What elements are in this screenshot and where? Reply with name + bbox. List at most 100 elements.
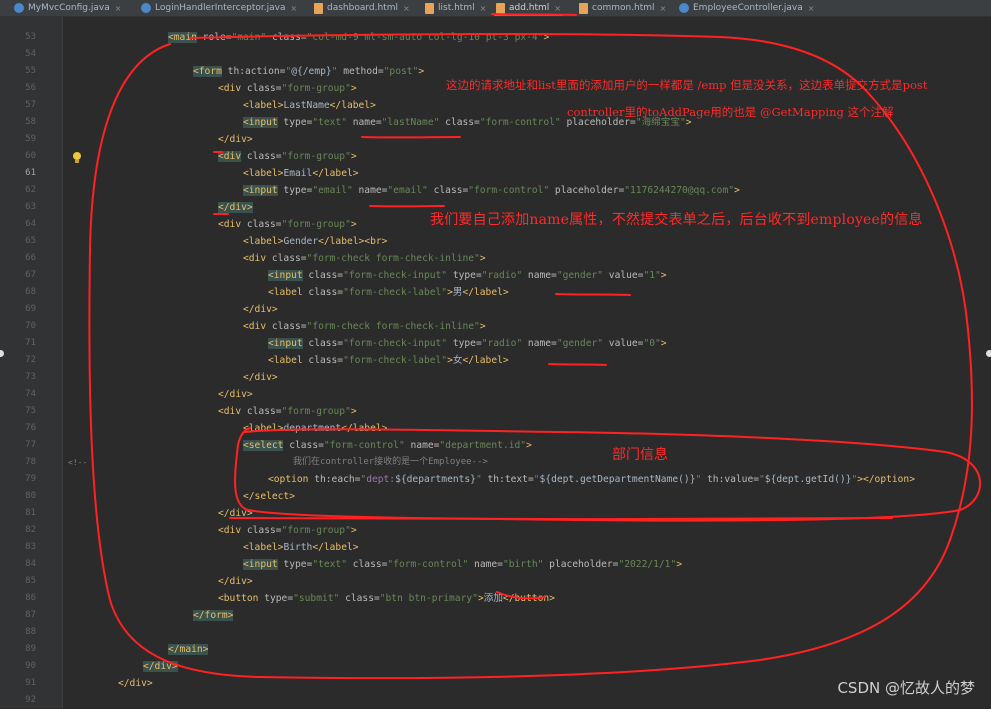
line-number: 74	[0, 386, 36, 403]
html-file-icon	[425, 3, 434, 14]
close-icon[interactable]: ×	[403, 4, 410, 13]
code-line-68: <input class="form-check-input" type="ra…	[268, 267, 667, 284]
line-number: 90	[0, 658, 36, 675]
line-number: 81	[0, 505, 36, 522]
java-class-icon	[14, 3, 24, 13]
line-number: 72	[0, 352, 36, 369]
line-number: 89	[0, 641, 36, 658]
line-number: 63	[0, 199, 36, 216]
code-line-78: <select class="form-control" name="depar…	[243, 437, 532, 454]
code-line-88: </form>	[193, 607, 233, 624]
code-line-87: <button type="submit" class="btn btn-pri…	[218, 590, 555, 607]
code-line-69: <label class="form-check-label">男</label…	[268, 284, 509, 301]
code-line-56: <form th:action="@{/emp}" method="post">	[193, 63, 424, 80]
code-line-62: <label>Email</label>	[243, 165, 359, 182]
close-icon[interactable]: ×	[660, 4, 667, 13]
line-number: 83	[0, 539, 36, 556]
line-number: 82	[0, 522, 36, 539]
line-number: 55	[0, 63, 36, 80]
code-line-76: <div class="form-group">	[218, 403, 357, 420]
code-line-79: 我们在controller接收的是一个Employee-->	[293, 454, 488, 471]
code-line-70: </div>	[243, 301, 278, 318]
editor-tab-bar: MyMvcConfig.java × LoginHandlerIntercept…	[0, 0, 991, 17]
line-number: 80	[0, 488, 36, 505]
code-line-60: </div>	[218, 131, 253, 148]
close-icon[interactable]: ×	[808, 4, 815, 13]
code-line-63: <input type="email" name="email" class="…	[243, 182, 740, 199]
line-number: 60	[0, 148, 36, 165]
code-line-74: </div>	[243, 369, 278, 386]
line-number: 56	[0, 80, 36, 97]
html-file-icon	[579, 3, 588, 14]
line-number: 68	[0, 284, 36, 301]
tab-label: LoginHandlerInterceptor.java	[155, 3, 285, 13]
line-number: 58	[0, 114, 36, 131]
line-number: 59	[0, 131, 36, 148]
tab-add[interactable]: add.html ×	[496, 0, 561, 16]
code-line-85: <input type="text" class="form-control" …	[243, 556, 682, 573]
line-number: 71	[0, 335, 36, 352]
html-file-icon	[314, 3, 323, 14]
line-number: 75	[0, 403, 36, 420]
code-line-81: </select>	[243, 488, 295, 505]
annotation-note-1: 这边的请求地址和list里面的添加用户的一样都是 /emp 但是没关系，这边表单…	[446, 77, 927, 93]
window-edge-handle-right	[986, 350, 991, 357]
java-class-icon	[141, 3, 151, 13]
line-number: 53	[0, 29, 36, 46]
line-number: 73	[0, 369, 36, 386]
code-line-54: <main role="main" class="col-md-9 ml-sm-…	[168, 29, 549, 46]
comment-open-marker: <!--	[68, 454, 87, 471]
close-icon[interactable]: ×	[115, 4, 122, 13]
tab-mymvcconfig[interactable]: MyMvcConfig.java ×	[14, 0, 121, 16]
lightbulb-icon[interactable]	[72, 152, 82, 163]
code-line-75: </div>	[218, 386, 253, 403]
close-icon[interactable]: ×	[480, 4, 487, 13]
code-line-64: </div>	[218, 199, 253, 216]
code-line-86: </div>	[218, 573, 253, 590]
code-line-67: <div class="form-check form-check-inline…	[243, 250, 486, 267]
line-number: 85	[0, 573, 36, 590]
tab-employeecontroller[interactable]: EmployeeController.java ×	[679, 0, 814, 16]
line-number: 77	[0, 437, 36, 454]
line-number: 84	[0, 556, 36, 573]
line-number: 91	[0, 675, 36, 692]
line-number: 54	[0, 46, 36, 63]
tab-label: common.html	[592, 3, 655, 13]
csdn-watermark: CSDN @忆故人的梦	[837, 677, 975, 698]
close-icon[interactable]: ×	[290, 4, 297, 13]
code-line-90: </main>	[168, 641, 208, 658]
line-number: 69	[0, 301, 36, 318]
line-number: 76	[0, 420, 36, 437]
line-number: 66	[0, 250, 36, 267]
annotation-note-2: controller里的toAddPage用的也是 @GetMapping 这个…	[567, 104, 894, 120]
line-number: 70	[0, 318, 36, 335]
code-line-72: <input class="form-check-input" type="ra…	[268, 335, 667, 352]
line-number: 57	[0, 97, 36, 114]
code-line-77: <label>department</label>	[243, 420, 387, 437]
tab-label: list.html	[438, 3, 475, 13]
line-number: 88	[0, 624, 36, 641]
tab-common[interactable]: common.html ×	[579, 0, 666, 16]
code-line-84: <label>Birth</label>	[243, 539, 359, 556]
line-number: 79	[0, 471, 36, 488]
tab-dashboard[interactable]: dashboard.html ×	[314, 0, 410, 16]
line-number: 87	[0, 607, 36, 624]
tab-label: MyMvcConfig.java	[28, 3, 110, 13]
line-number-current: 61	[0, 165, 36, 182]
code-line-83: <div class="form-group">	[218, 522, 357, 539]
code-line-65: <div class="form-group">	[218, 216, 357, 233]
tab-label: dashboard.html	[327, 3, 398, 13]
line-number: 67	[0, 267, 36, 284]
tab-label: add.html	[509, 3, 549, 13]
annotation-note-4: 部门信息	[612, 444, 668, 464]
annotation-note-3: 我们要自己添加name属性，不然提交表单之后，后台收不到employee的信息	[430, 209, 923, 229]
code-line-61: <div class="form-group">	[218, 148, 357, 165]
code-line-66: <label>Gender</label><br>	[243, 233, 387, 250]
html-file-icon	[496, 3, 505, 14]
close-icon[interactable]: ×	[554, 4, 561, 13]
code-line-58: <label>LastName</label>	[243, 97, 376, 114]
tab-list[interactable]: list.html ×	[425, 0, 486, 16]
tab-loginhandlerinterceptor[interactable]: LoginHandlerInterceptor.java ×	[141, 0, 297, 16]
code-line-92: </div>	[118, 675, 153, 692]
code-line-73: <label class="form-check-label">女</label…	[268, 352, 509, 369]
